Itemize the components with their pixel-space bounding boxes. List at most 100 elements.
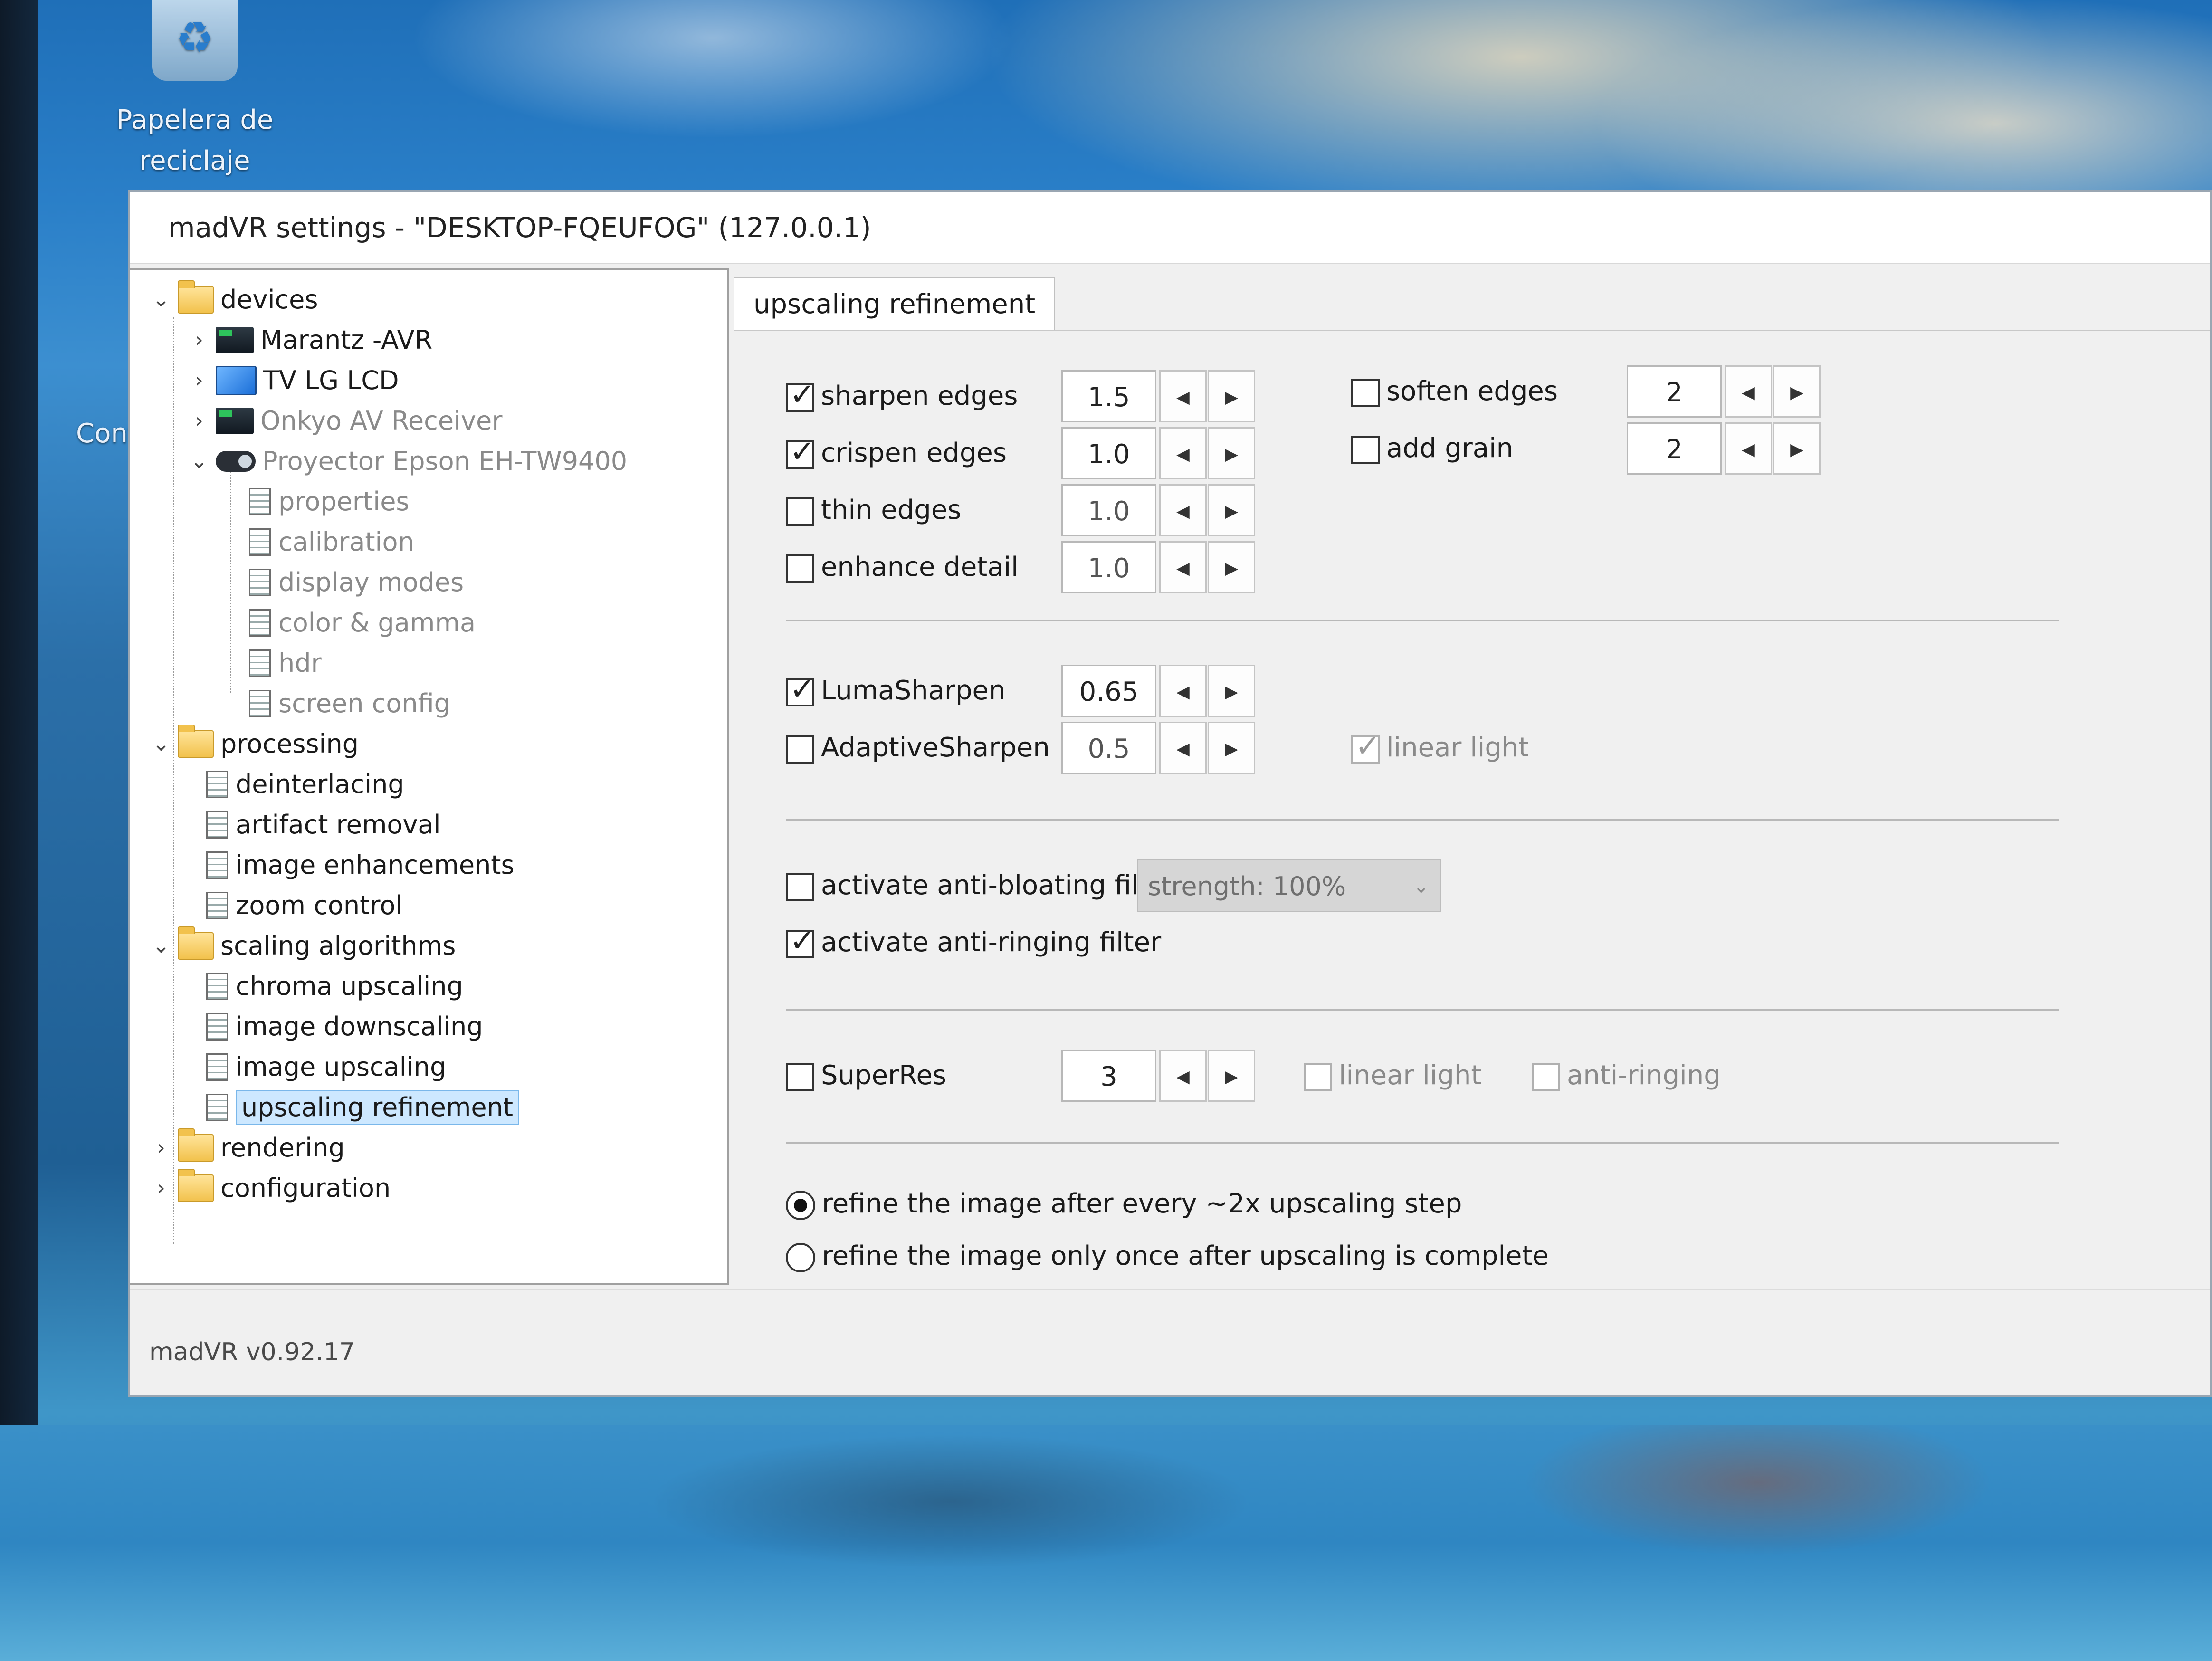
- tree-item-projector[interactable]: ⌄ Proyector Epson EH-TW9400: [187, 441, 628, 480]
- arrow-left-icon[interactable]: ◀: [1159, 427, 1207, 479]
- checkbox-unchecked-icon[interactable]: [786, 1062, 814, 1091]
- tree-item-artifact-removal[interactable]: artifact removal: [201, 804, 441, 842]
- chevron-down-icon[interactable]: ⌄: [149, 927, 173, 965]
- chevron-right-icon[interactable]: ›: [149, 1169, 173, 1207]
- chevron-down-icon[interactable]: ⌄: [187, 442, 211, 480]
- radio-unselected-icon[interactable]: [786, 1242, 815, 1272]
- chevron-down-icon[interactable]: ⌄: [149, 725, 173, 763]
- tree-item-marantz[interactable]: › Marantz -AVR: [187, 320, 432, 358]
- superres-linear-light-checkbox[interactable]: linear light: [1304, 1052, 1481, 1099]
- arrow-left-icon[interactable]: ◀: [1159, 484, 1207, 536]
- chevron-right-icon[interactable]: ›: [149, 1129, 173, 1167]
- checkbox-unchecked-icon[interactable]: [786, 872, 814, 901]
- thin-edges-label: thin edges: [821, 495, 962, 525]
- arrow-left-icon[interactable]: ◀: [1159, 541, 1207, 593]
- lumasharpen-value[interactable]: 0.65: [1061, 665, 1156, 717]
- arrow-right-icon[interactable]: ▶: [1208, 722, 1255, 774]
- checkbox-checked-icon[interactable]: [786, 433, 815, 471]
- projector-icon: [216, 451, 256, 472]
- sharpen-edges-checkbox[interactable]: sharpen edges: [786, 372, 1018, 420]
- radio-refine-every-step[interactable]: refine the image after every ~2x upscali…: [786, 1180, 1462, 1228]
- radio-selected-icon[interactable]: [786, 1190, 815, 1220]
- anti-ringing-checkbox[interactable]: activate anti-ringing filter: [786, 919, 1161, 966]
- enhance-detail-checkbox[interactable]: enhance detail: [786, 544, 1019, 591]
- tree-item-scaling-algorithms[interactable]: ⌄ scaling algorithms: [149, 926, 456, 964]
- lumasharpen-checkbox[interactable]: LumaSharpen: [786, 667, 1005, 715]
- arrow-left-icon[interactable]: ◀: [1159, 370, 1207, 422]
- tree-item-processing[interactable]: ⌄ processing: [149, 724, 359, 762]
- tree-item-properties[interactable]: properties: [244, 481, 410, 519]
- tree-item-zoom-control[interactable]: zoom control: [201, 885, 402, 923]
- tree-item-deinterlacing[interactable]: deinterlacing: [201, 764, 404, 802]
- soften-edges-value[interactable]: 2: [1627, 365, 1722, 418]
- checkbox-unchecked-icon[interactable]: [1532, 1062, 1560, 1091]
- arrow-right-icon[interactable]: ▶: [1208, 484, 1255, 536]
- arrow-left-icon[interactable]: ◀: [1725, 422, 1772, 475]
- tree-item-label: TV LG LCD: [263, 365, 399, 396]
- checkbox-checked-icon[interactable]: [786, 670, 815, 708]
- arrow-right-icon[interactable]: ▶: [1773, 422, 1821, 475]
- anti-bloating-checkbox[interactable]: activate anti-bloating filter: [786, 862, 1176, 909]
- crispen-edges-checkbox[interactable]: crispen edges: [786, 430, 1007, 477]
- checkbox-unchecked-icon[interactable]: [786, 497, 814, 526]
- chevron-right-icon[interactable]: ›: [187, 362, 211, 400]
- tree-item-upscaling-refinement[interactable]: upscaling refinement: [201, 1087, 519, 1126]
- chevron-right-icon[interactable]: ›: [187, 321, 211, 359]
- thin-edges-value[interactable]: 1.0: [1061, 484, 1156, 536]
- arrow-left-icon[interactable]: ◀: [1159, 665, 1207, 717]
- checkbox-checked-icon[interactable]: [1351, 727, 1381, 765]
- arrow-left-icon[interactable]: ◀: [1725, 365, 1772, 418]
- checkbox-unchecked-icon[interactable]: [786, 735, 814, 764]
- tree-item-hdr[interactable]: hdr: [244, 643, 322, 681]
- thin-edges-checkbox[interactable]: thin edges: [786, 487, 961, 534]
- tree-item-image-enhancements[interactable]: image enhancements: [201, 845, 515, 883]
- superres-anti-ringing-checkbox[interactable]: anti-ringing: [1532, 1052, 1721, 1099]
- arrow-right-icon[interactable]: ▶: [1773, 365, 1821, 418]
- arrow-left-icon[interactable]: ◀: [1159, 722, 1207, 774]
- add-grain-checkbox[interactable]: add grain: [1351, 425, 1513, 472]
- tree-item-tv[interactable]: › TV LG LCD: [187, 360, 399, 398]
- tree-item-calibration[interactable]: calibration: [244, 522, 414, 560]
- tree-item-color-gamma[interactable]: color & gamma: [244, 602, 476, 640]
- recycle-bin-shortcut[interactable]: Papelera de reciclaje: [109, 0, 280, 181]
- tree-item-image-downscaling[interactable]: image downscaling: [201, 1006, 483, 1044]
- checkbox-checked-icon[interactable]: [786, 922, 815, 960]
- arrow-right-icon[interactable]: ▶: [1208, 665, 1255, 717]
- tree-item-configuration[interactable]: › configuration: [149, 1168, 391, 1206]
- adaptivesharpen-checkbox[interactable]: AdaptiveSharpen: [786, 724, 1050, 772]
- radio-refine-once[interactable]: refine the image only once after upscali…: [786, 1232, 1549, 1280]
- enhance-detail-value[interactable]: 1.0: [1061, 541, 1156, 593]
- checkbox-unchecked-icon[interactable]: [1351, 378, 1380, 407]
- tree-item-rendering[interactable]: › rendering: [149, 1127, 345, 1165]
- chevron-down-icon[interactable]: ⌄: [149, 281, 173, 319]
- checkbox-checked-icon[interactable]: [786, 376, 815, 414]
- tree-item-display-modes[interactable]: display modes: [244, 562, 464, 600]
- arrow-right-icon[interactable]: ▶: [1208, 370, 1255, 422]
- tree-item-onkyo[interactable]: › Onkyo AV Receiver: [187, 401, 502, 439]
- checkbox-unchecked-icon[interactable]: [786, 554, 814, 583]
- window-title[interactable]: madVR settings - "DESKTOP-FQEUFOG" (127.…: [130, 192, 2210, 264]
- tree-item-image-upscaling[interactable]: image upscaling: [201, 1047, 446, 1085]
- tree-item-devices[interactable]: ⌄ devices: [149, 279, 318, 317]
- arrow-left-icon[interactable]: ◀: [1159, 1050, 1207, 1102]
- strength-dropdown[interactable]: strength: 100% ⌄: [1137, 859, 1441, 912]
- linear-light-checkbox[interactable]: linear light: [1351, 724, 1529, 772]
- arrow-right-icon[interactable]: ▶: [1208, 427, 1255, 479]
- tree-item-chroma-upscaling[interactable]: chroma upscaling: [201, 966, 463, 1004]
- tab-upscaling-refinement[interactable]: upscaling refinement: [734, 277, 1056, 331]
- checkbox-unchecked-icon[interactable]: [1304, 1062, 1332, 1091]
- crispen-edges-value[interactable]: 1.0: [1061, 427, 1156, 479]
- superres-checkbox[interactable]: SuperRes: [786, 1052, 946, 1099]
- superres-value[interactable]: 3: [1061, 1050, 1156, 1102]
- arrow-right-icon[interactable]: ▶: [1208, 541, 1255, 593]
- add-grain-value[interactable]: 2: [1627, 422, 1722, 475]
- tree-item-screen-config[interactable]: screen config: [244, 683, 450, 721]
- soften-edges-checkbox[interactable]: soften edges: [1351, 368, 1558, 415]
- sharpen-edges-value[interactable]: 1.5: [1061, 370, 1156, 422]
- page-icon: [249, 528, 271, 556]
- arrow-right-icon[interactable]: ▶: [1208, 1050, 1255, 1102]
- tree-item-label: image upscaling: [236, 1052, 447, 1082]
- checkbox-unchecked-icon[interactable]: [1351, 435, 1380, 464]
- adaptivesharpen-value[interactable]: 0.5: [1061, 722, 1156, 774]
- chevron-right-icon[interactable]: ›: [187, 402, 211, 440]
